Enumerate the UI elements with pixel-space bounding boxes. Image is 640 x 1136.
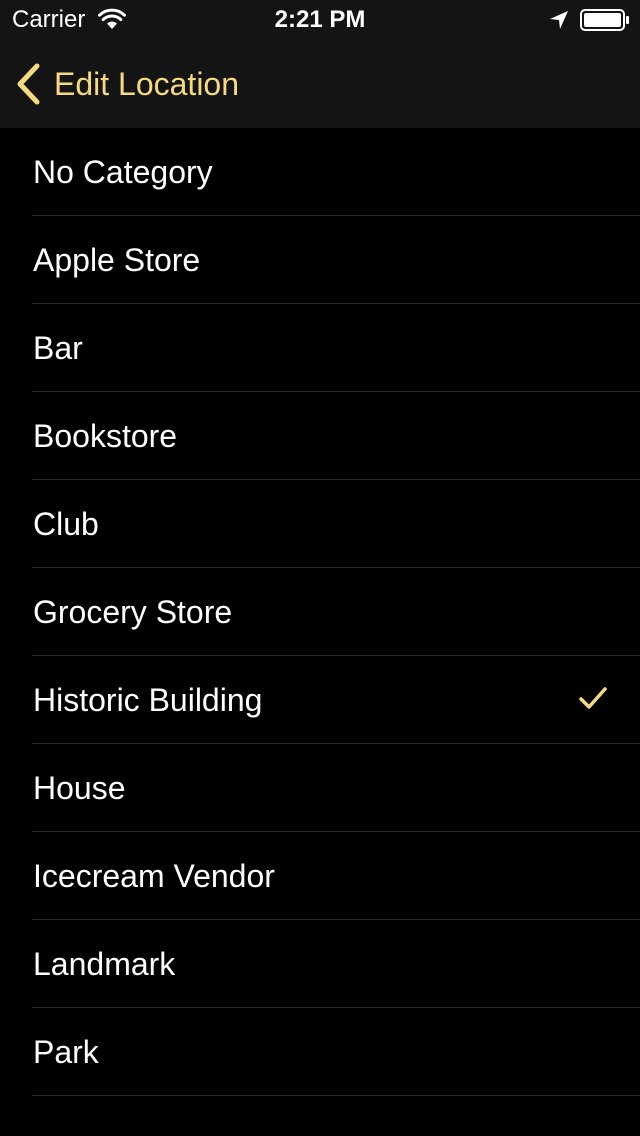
list-item-label: Grocery Store	[33, 594, 233, 630]
list-item-label: Park	[33, 1034, 99, 1070]
list-item-label: Bookstore	[33, 418, 178, 454]
list-item-apple-store[interactable]: Apple Store	[0, 216, 640, 304]
list-item-label: Landmark	[33, 946, 176, 982]
list-item-landmark[interactable]: Landmark	[0, 920, 640, 1008]
list-item-label: House	[33, 770, 126, 806]
list-item-grocery-store[interactable]: Grocery Store	[0, 568, 640, 656]
navigation-bar: Edit Location	[0, 40, 640, 128]
list-item-label: Historic Building	[33, 682, 263, 718]
status-bar: Carrier 2:21 PM	[0, 0, 640, 40]
battery-icon	[580, 9, 629, 31]
back-button-label: Edit Location	[54, 66, 240, 102]
chevron-left-icon	[17, 63, 40, 105]
list-item-label: Club	[33, 506, 99, 542]
list-item-icecream-vendor[interactable]: Icecream Vendor	[0, 832, 640, 920]
list-item-park[interactable]: Park	[0, 1008, 640, 1096]
list-item-label: Apple Store	[33, 242, 201, 278]
list-item-club[interactable]: Club	[0, 480, 640, 568]
list-item-label: Icecream Vendor	[33, 858, 275, 894]
list-item-label: Bar	[33, 330, 83, 366]
status-time: 2:21 PM	[274, 6, 366, 33]
checkmark-icon	[579, 687, 607, 709]
list-item-no-category[interactable]: No Category	[0, 128, 640, 216]
location-arrow-icon	[550, 11, 568, 29]
list-item-house[interactable]: House	[0, 744, 640, 832]
back-button[interactable]: Edit Location	[14, 40, 239, 128]
list-item-bookstore[interactable]: Bookstore	[0, 392, 640, 480]
list-item-bar[interactable]: Bar	[0, 304, 640, 392]
list-item-historic-building[interactable]: Historic Building	[0, 656, 640, 744]
list-item-label: No Category	[33, 154, 213, 190]
category-list: No Category Apple Store Bar Bookstore Cl…	[0, 128, 640, 1096]
